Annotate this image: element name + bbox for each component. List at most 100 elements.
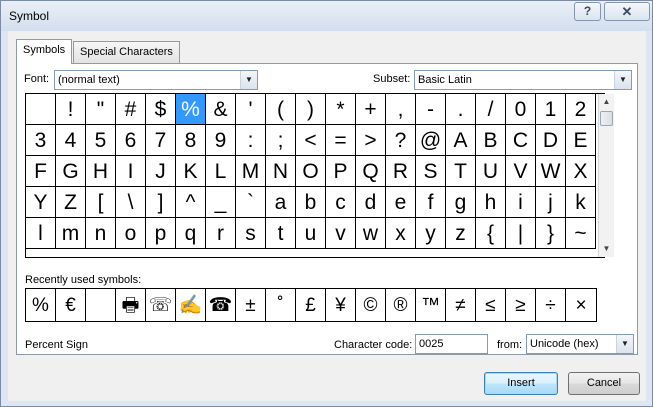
symbol-cell[interactable]: * xyxy=(326,94,356,125)
symbol-cell[interactable]: F xyxy=(26,156,56,187)
symbol-cell[interactable]: 0 xyxy=(506,94,536,125)
tab-symbols[interactable]: Symbols xyxy=(16,39,73,64)
scrollbar-thumb[interactable] xyxy=(600,111,613,126)
recent-symbol-cell[interactable]: ☎ xyxy=(206,289,236,321)
recent-symbol-cell[interactable]: 🖶 xyxy=(116,289,146,321)
symbol-cell[interactable]: M xyxy=(236,156,266,187)
symbol-cell[interactable]: Z xyxy=(56,187,86,218)
symbol-cell[interactable]: > xyxy=(356,125,386,156)
symbol-cell[interactable]: J xyxy=(146,156,176,187)
help-button[interactable]: ? xyxy=(574,2,601,21)
symbol-cell[interactable]: n xyxy=(86,218,116,249)
subset-select[interactable]: Basic Latin ▼ xyxy=(414,70,632,90)
symbol-cell[interactable]: a xyxy=(266,187,296,218)
symbol-cell[interactable]: 5 xyxy=(86,125,116,156)
symbol-cell[interactable]: ! xyxy=(56,94,86,125)
symbol-cell[interactable]: o xyxy=(116,218,146,249)
symbol-cell[interactable]: s xyxy=(236,218,266,249)
symbol-cell[interactable]: N xyxy=(266,156,296,187)
recent-symbol-cell[interactable]: ™ xyxy=(416,289,446,321)
symbol-cell[interactable]: 3 xyxy=(26,125,56,156)
symbol-cell[interactable]: 8 xyxy=(176,125,206,156)
symbol-cell[interactable]: q xyxy=(176,218,206,249)
symbol-cell[interactable]: L xyxy=(206,156,236,187)
symbol-cell[interactable]: ^ xyxy=(176,187,206,218)
symbol-cell[interactable]: U xyxy=(476,156,506,187)
symbol-cell[interactable]: . xyxy=(446,94,476,125)
close-button[interactable]: ✕ xyxy=(604,2,650,21)
symbol-cell[interactable]: x xyxy=(386,218,416,249)
symbol-cell[interactable]: W xyxy=(536,156,566,187)
symbol-cell[interactable]: y xyxy=(416,218,446,249)
insert-button[interactable]: Insert xyxy=(484,372,558,395)
recent-symbol-cell[interactable]: ® xyxy=(386,289,416,321)
chevron-down-icon[interactable]: ▼ xyxy=(240,71,257,89)
recent-symbol-cell[interactable]: ÷ xyxy=(536,289,566,321)
symbol-cell[interactable]: 2 xyxy=(566,94,596,125)
symbol-cell[interactable]: + xyxy=(356,94,386,125)
symbol-cell[interactable] xyxy=(26,94,56,125)
recent-symbol-cell[interactable]: ≠ xyxy=(446,289,476,321)
symbol-cell[interactable]: C xyxy=(506,125,536,156)
symbol-cell[interactable]: V xyxy=(506,156,536,187)
recent-symbol-cell[interactable]: © xyxy=(356,289,386,321)
cancel-button[interactable]: Cancel xyxy=(568,372,640,395)
symbol-cell[interactable]: [ xyxy=(86,187,116,218)
symbol-cell[interactable]: @ xyxy=(416,125,446,156)
symbol-cell[interactable]: / xyxy=(476,94,506,125)
symbol-cell[interactable]: t xyxy=(266,218,296,249)
symbol-cell[interactable]: | xyxy=(506,218,536,249)
recent-symbol-cell[interactable]: % xyxy=(26,289,56,321)
symbol-cell[interactable]: Q xyxy=(356,156,386,187)
symbol-cell[interactable]: ( xyxy=(266,94,296,125)
character-code-input[interactable]: 0025 xyxy=(415,334,488,354)
symbol-cell[interactable]: d xyxy=(356,187,386,218)
symbol-cell[interactable]: h xyxy=(476,187,506,218)
symbol-cell[interactable]: S xyxy=(416,156,446,187)
symbol-cell[interactable]: ' xyxy=(236,94,266,125)
symbol-cell[interactable]: , xyxy=(386,94,416,125)
symbol-cell[interactable]: # xyxy=(116,94,146,125)
scroll-up-icon[interactable]: ▲ xyxy=(599,94,614,109)
recent-symbol-cell[interactable] xyxy=(86,289,116,321)
symbol-cell[interactable]: K xyxy=(176,156,206,187)
chevron-down-icon[interactable]: ▼ xyxy=(614,71,631,89)
symbol-cell[interactable]: k xyxy=(566,187,596,218)
symbol-cell[interactable]: 4 xyxy=(56,125,86,156)
symbol-cell[interactable]: % xyxy=(176,94,206,125)
symbol-cell[interactable]: = xyxy=(326,125,356,156)
recent-symbol-cell[interactable]: ≤ xyxy=(476,289,506,321)
tab-special-characters[interactable]: Special Characters xyxy=(73,41,180,63)
symbol-cell[interactable]: & xyxy=(206,94,236,125)
symbol-cell[interactable]: l xyxy=(26,218,56,249)
symbol-cell[interactable]: \ xyxy=(116,187,146,218)
symbol-cell[interactable]: r xyxy=(206,218,236,249)
symbol-cell[interactable]: X xyxy=(566,156,596,187)
symbol-cell[interactable]: P xyxy=(326,156,356,187)
symbol-cell[interactable]: 1 xyxy=(536,94,566,125)
symbol-cell[interactable]: ; xyxy=(266,125,296,156)
symbol-cell[interactable]: ` xyxy=(236,187,266,218)
symbol-cell[interactable]: u xyxy=(296,218,326,249)
symbol-cell[interactable]: e xyxy=(386,187,416,218)
symbol-cell[interactable]: i xyxy=(506,187,536,218)
scroll-down-icon[interactable]: ▼ xyxy=(599,241,614,256)
recent-symbol-cell[interactable]: ¥ xyxy=(326,289,356,321)
symbol-cell[interactable]: I xyxy=(116,156,146,187)
chevron-down-icon[interactable]: ▼ xyxy=(616,335,633,353)
recent-symbol-cell[interactable]: ˚ xyxy=(266,289,296,321)
symbol-cell[interactable]: _ xyxy=(206,187,236,218)
symbol-cell[interactable]: " xyxy=(86,94,116,125)
symbol-cell[interactable]: w xyxy=(356,218,386,249)
recent-symbol-cell[interactable]: ✍ xyxy=(176,289,206,321)
symbol-cell[interactable]: ) xyxy=(296,94,326,125)
symbol-cell[interactable]: 9 xyxy=(206,125,236,156)
symbol-cell[interactable]: G xyxy=(56,156,86,187)
symbol-grid-scrollbar[interactable]: ▲ ▼ xyxy=(598,94,614,257)
symbol-cell[interactable]: } xyxy=(536,218,566,249)
symbol-cell[interactable]: { xyxy=(476,218,506,249)
symbol-cell[interactable]: ~ xyxy=(566,218,596,249)
symbol-cell[interactable]: T xyxy=(446,156,476,187)
recent-symbol-cell[interactable]: € xyxy=(56,289,86,321)
symbol-cell[interactable]: : xyxy=(236,125,266,156)
